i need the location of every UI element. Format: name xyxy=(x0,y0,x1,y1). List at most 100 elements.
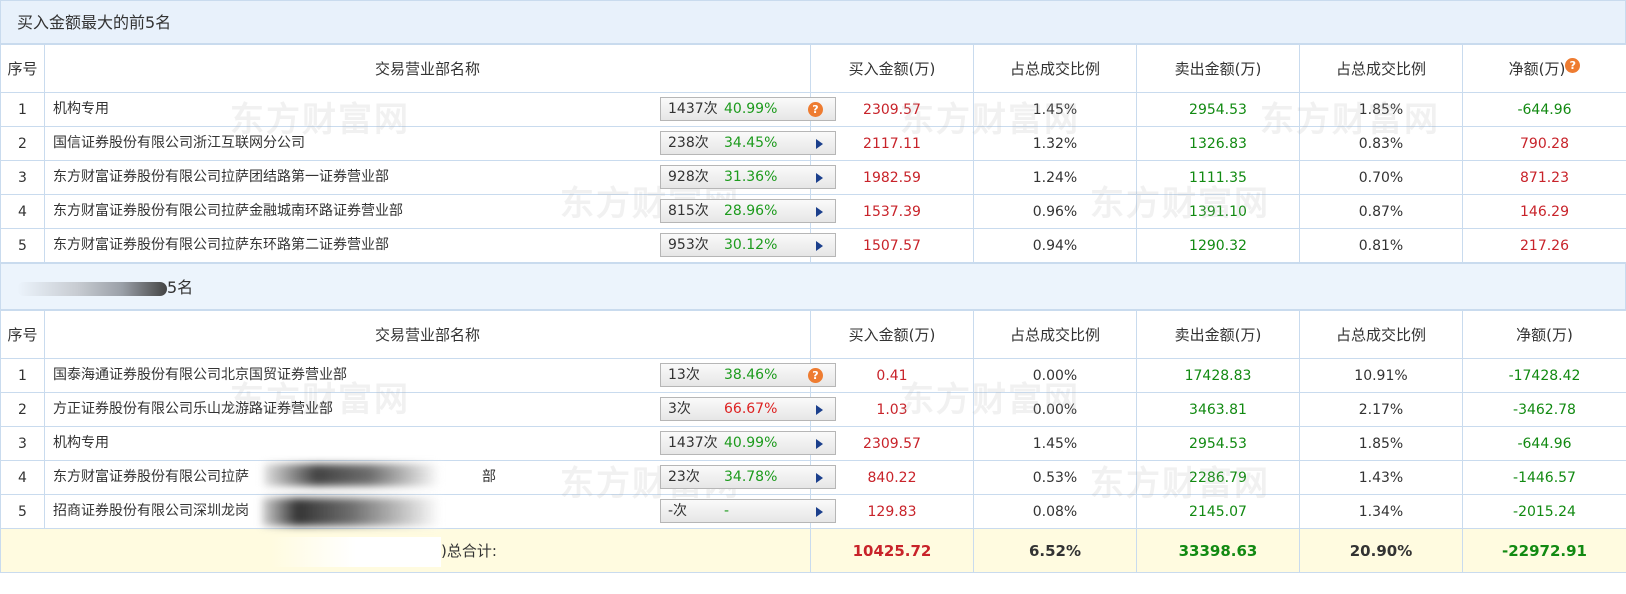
net-amount: 146.29 xyxy=(1462,194,1626,229)
sell-ratio: 0.87% xyxy=(1299,194,1463,229)
table-row: 3 机构专用 1437次 40.99% 2309.57 1.45% 2954.53 1.85%… xyxy=(0,426,1626,461)
lhb-page: 东方财富网 东方财富网 东方财富网 东方财富网 东方财富网 东方财富网 东方财富… xyxy=(0,0,1626,594)
net-amount: 217.26 xyxy=(1462,228,1626,263)
department-name-link[interactable]: 国信证券股份有限公司浙江互联网分公司 xyxy=(53,127,305,160)
department-name-link[interactable]: 东方财富证券股份有限公司拉萨 xyxy=(53,461,249,494)
play-arrow-icon[interactable] xyxy=(816,241,823,251)
play-arrow-icon[interactable] xyxy=(816,439,823,449)
department-name-link[interactable]: 东方财富证券股份有限公司拉萨东环路第二证券营业部 xyxy=(53,229,389,262)
sell-ratio: 1.34% xyxy=(1299,494,1463,529)
department-name-link[interactable]: 机构专用 xyxy=(53,93,109,126)
play-arrow-icon[interactable] xyxy=(816,507,823,517)
department-name-link[interactable]: 招商证券股份有限公司深圳龙岗 xyxy=(53,495,249,528)
table-row: 5 东方财富证券股份有限公司拉萨东环路第二证券营业部 953次 30.12% 1507.… xyxy=(0,228,1626,263)
sell-amount: 3463.81 xyxy=(1136,392,1300,427)
top-buy-table: 序号 交易营业部名称 买入金额(万) 占总成交比例 卖出金额(万) 占总成交比例… xyxy=(0,44,1626,263)
stats-badge[interactable]: 953次 30.12% xyxy=(660,233,836,257)
department-name-link[interactable]: 东方财富证券股份有限公司拉萨团结路第一证券营业部 xyxy=(53,161,389,194)
stats-badge[interactable]: 928次 31.36% xyxy=(660,165,836,189)
total-sell-ratio: 20.90% xyxy=(1299,528,1463,573)
stats-badge[interactable]: 23次 34.78% xyxy=(660,465,836,489)
success-rate: 40.99% xyxy=(724,435,778,451)
sell-amount: 2954.53 xyxy=(1136,92,1300,127)
sell-amount: 1290.32 xyxy=(1136,228,1300,263)
play-arrow-icon[interactable] xyxy=(816,139,823,149)
stats-badge[interactable]: -次 - xyxy=(660,499,836,523)
row-index: 2 xyxy=(0,126,45,161)
total-buy-ratio: 6.52% xyxy=(973,528,1137,573)
sell-ratio: 0.70% xyxy=(1299,160,1463,195)
stats-badge[interactable]: 238次 34.45% xyxy=(660,131,836,155)
appearance-count: 953次 xyxy=(668,237,709,253)
buy-ratio: 0.00% xyxy=(973,392,1137,427)
section-title-text: 5名 xyxy=(167,278,194,297)
appearance-count: 3次 xyxy=(668,401,691,417)
department-name-cell: 机构专用 1437次 40.99%? xyxy=(44,92,836,127)
row-index: 3 xyxy=(0,160,45,195)
net-header-label: 净额(万) xyxy=(1508,60,1566,78)
table-row: 1 机构专用 1437次 40.99%? 2309.57 1.45% 2954.53 1.85… xyxy=(0,92,1626,127)
sell-amount: 1111.35 xyxy=(1136,160,1300,195)
department-name-link[interactable]: 方正证券股份有限公司乐山龙游路证券营业部 xyxy=(53,393,333,426)
sell-ratio: 1.85% xyxy=(1299,92,1463,127)
success-rate: - xyxy=(724,503,730,519)
help-icon[interactable]: ? xyxy=(808,368,823,383)
sell-ratio: 1.43% xyxy=(1299,460,1463,495)
row-index: 5 xyxy=(0,228,45,263)
play-arrow-icon[interactable] xyxy=(816,405,823,415)
stats-badge[interactable]: 1437次 40.99%? xyxy=(660,97,836,121)
department-name-link[interactable]: 机构专用 xyxy=(53,427,109,460)
buy-ratio: 0.00% xyxy=(973,358,1137,393)
table-row: 2 方正证券股份有限公司乐山龙游路证券营业部 3次 66.67% 1.03 0.00% 34… xyxy=(0,392,1626,427)
help-icon[interactable]: ? xyxy=(1565,58,1581,73)
sell-amount: 17428.83 xyxy=(1136,358,1300,393)
table-row: 2 国信证券股份有限公司浙江互联网分公司 238次 34.45% 2117.11 1.32… xyxy=(0,126,1626,161)
play-arrow-icon[interactable] xyxy=(816,207,823,217)
appearance-count: 13次 xyxy=(668,367,700,383)
play-arrow-icon[interactable] xyxy=(816,473,823,483)
buy-ratio: 1.45% xyxy=(973,426,1137,461)
department-name-cell: 东方财富证券股份有限公司拉萨东环路第二证券营业部 953次 30.12% xyxy=(44,228,836,263)
buy-ratio: 0.96% xyxy=(973,194,1137,229)
appearance-count: 1437次 xyxy=(668,435,718,451)
stats-badge[interactable]: 815次 28.96% xyxy=(660,199,836,223)
total-row: )总合计: 10425.72 6.52% 33398.63 20.90% -22… xyxy=(0,528,1626,573)
stats-badge[interactable]: 3次 66.67% xyxy=(660,397,836,421)
success-rate: 28.96% xyxy=(724,203,778,219)
col-header-idx: 序号 xyxy=(0,310,45,359)
redaction-mask xyxy=(264,464,440,486)
table-row: 5 招商证券股份有限公司深圳龙岗 -次 -129.83 0.08% 2145.07 1.34… xyxy=(0,494,1626,529)
success-rate: 66.67% xyxy=(724,401,778,417)
department-name-cell: 东方财富证券股份有限公司拉萨金融城南环路证券营业部 815次 28.96% xyxy=(44,194,836,229)
stats-badge[interactable]: 13次 38.46%? xyxy=(660,363,836,387)
row-index: 5 xyxy=(0,494,45,529)
department-name-link[interactable]: 东方财富证券股份有限公司拉萨金融城南环路证券营业部 xyxy=(53,195,403,228)
col-header-sell: 卖出金额(万) xyxy=(1136,44,1300,93)
stats-badge[interactable]: 1437次 40.99% xyxy=(660,431,836,455)
appearance-count: 928次 xyxy=(668,169,709,185)
redaction-mask xyxy=(262,498,440,526)
department-name-link[interactable]: 国泰海通证券股份有限公司北京国贸证券营业部 xyxy=(53,359,347,392)
row-index: 4 xyxy=(0,460,45,495)
table-row: 4 东方财富证券股份有限公司拉萨部 23次 34.78% 840.22 0.53% 2286… xyxy=(0,460,1626,495)
sell-amount: 2286.79 xyxy=(1136,460,1300,495)
sell-amount: 1391.10 xyxy=(1136,194,1300,229)
sell-ratio: 0.81% xyxy=(1299,228,1463,263)
col-header-sell: 卖出金额(万) xyxy=(1136,310,1300,359)
row-index: 1 xyxy=(0,358,45,393)
play-arrow-icon[interactable] xyxy=(816,173,823,183)
net-amount: 871.23 xyxy=(1462,160,1626,195)
row-index: 1 xyxy=(0,92,45,127)
sell-ratio: 0.83% xyxy=(1299,126,1463,161)
help-icon[interactable]: ? xyxy=(808,102,823,117)
col-header-sell-ratio: 占总成交比例 xyxy=(1299,44,1463,93)
table-row: 1 国泰海通证券股份有限公司北京国贸证券营业部 13次 38.46%? 0.41 0.00… xyxy=(0,358,1626,393)
table-row: 4 东方财富证券股份有限公司拉萨金融城南环路证券营业部 815次 28.96% 1537… xyxy=(0,194,1626,229)
total-label-cell: )总合计: xyxy=(0,528,811,573)
sell-ratio: 1.85% xyxy=(1299,426,1463,461)
buy-ratio: 0.94% xyxy=(973,228,1137,263)
appearance-count: 1437次 xyxy=(668,101,718,117)
success-rate: 40.99% xyxy=(724,101,778,117)
buy-ratio: 0.08% xyxy=(973,494,1137,529)
col-header-net: 净额(万)? xyxy=(1462,44,1626,93)
